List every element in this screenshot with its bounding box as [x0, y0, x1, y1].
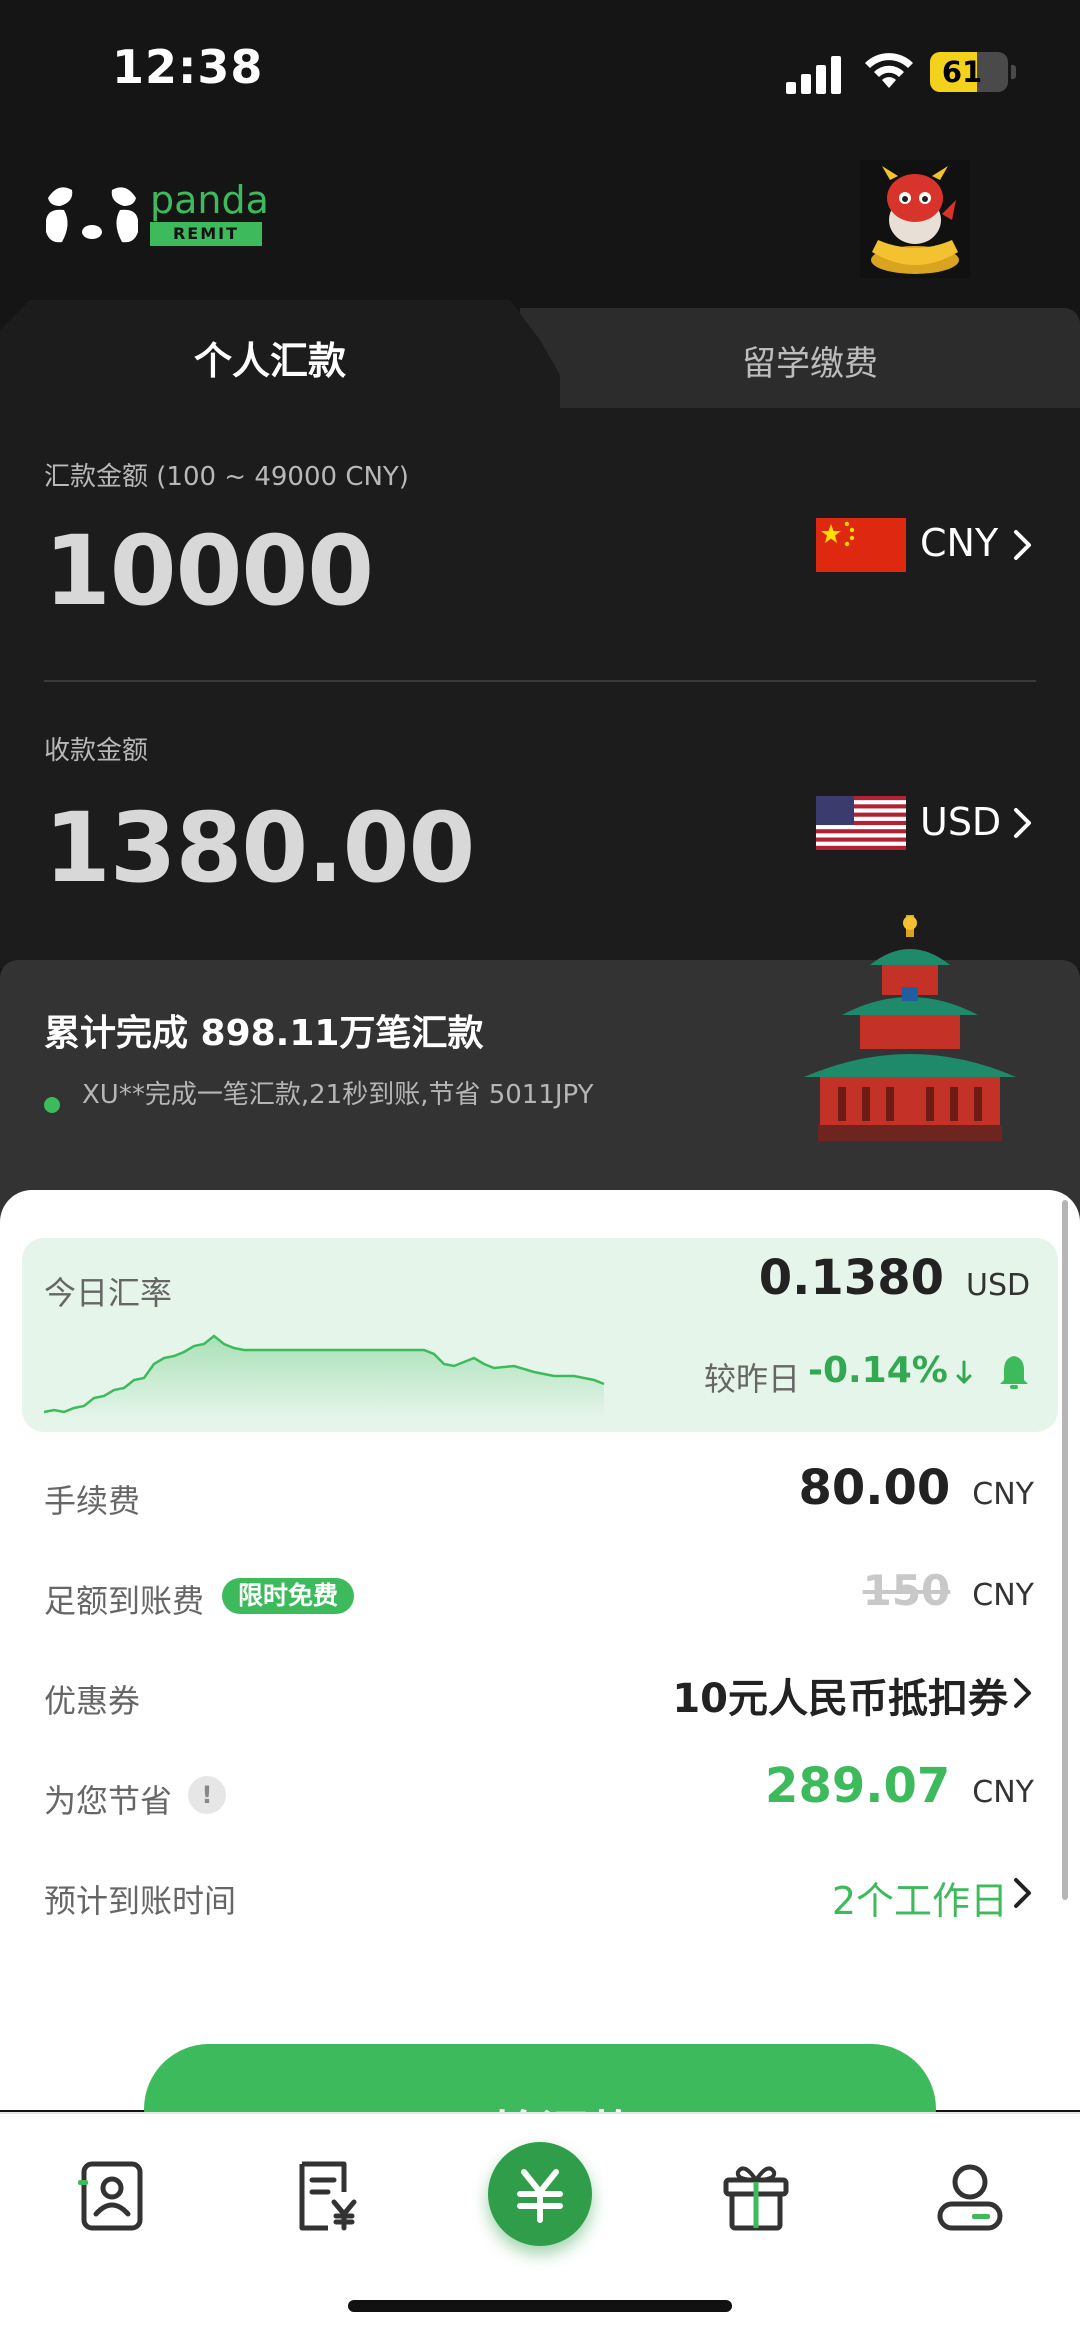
send-amount-label: 汇款金额 (100 ~ 49000 CNY) — [44, 462, 409, 492]
brand-name: panda — [150, 178, 269, 222]
receive-currency-selector[interactable]: USD — [920, 800, 1001, 844]
scrollbar[interactable] — [1062, 1200, 1068, 1900]
info-icon[interactable]: ! — [188, 1776, 226, 1814]
bell-icon[interactable] — [998, 1354, 1030, 1390]
battery-level: 61 — [941, 55, 983, 89]
us-flag-icon[interactable] — [816, 796, 906, 850]
fee-unit: CNY — [972, 1477, 1034, 1512]
china-flag-icon[interactable] — [816, 518, 906, 572]
temple-of-heaven-icon — [804, 915, 1016, 1141]
send-amount-input[interactable]: 10000 — [44, 515, 374, 627]
brand-tagline: REMIT — [150, 222, 262, 246]
rate-unit: USD — [966, 1268, 1031, 1303]
savings-label: 为您节省 — [44, 1782, 173, 1820]
live-dot-icon — [44, 1097, 60, 1113]
tab-study-fees-label[interactable]: 留学缴费 — [610, 336, 1010, 385]
chevron-right-icon[interactable] — [1012, 528, 1034, 562]
arrow-down-icon — [956, 1360, 972, 1385]
wifi-icon — [865, 53, 913, 88]
rate-change-value: -0.14% — [808, 1350, 948, 1391]
rate-label: 今日汇率 — [44, 1274, 173, 1312]
chevron-right-icon[interactable] — [1012, 1876, 1034, 1910]
receive-amount-input[interactable]: 1380.00 — [44, 792, 475, 904]
stats-ticker: XU**完成一笔汇款,21秒到账,节省 5011JPY — [82, 1080, 594, 1110]
dragon-mascot-icon[interactable] — [860, 160, 970, 278]
profile-icon[interactable] — [932, 2158, 1008, 2234]
remit-icon[interactable] — [508, 2162, 572, 2226]
full-arrival-original-fee: 150 — [862, 1566, 951, 1615]
savings-value-row: 289.07 CNY — [765, 1758, 1034, 1814]
status-time: 12:38 — [112, 40, 264, 94]
savings-unit: CNY — [972, 1775, 1034, 1810]
rate-value: 0.1380 — [758, 1250, 944, 1306]
panda-logo-icon — [46, 187, 138, 243]
rate-trend-area — [44, 1336, 604, 1418]
full-arrival-value-row: 150 CNY — [863, 1566, 1034, 1615]
eta-label: 预计到账时间 — [44, 1882, 237, 1920]
contacts-icon[interactable] — [74, 2158, 150, 2234]
fee-label: 手续费 — [44, 1482, 141, 1520]
chevron-right-icon[interactable] — [1012, 1676, 1034, 1710]
full-arrival-label: 足额到账费 — [44, 1582, 205, 1620]
receive-amount-label: 收款金额 — [44, 736, 149, 766]
fee-value: 80.00 — [798, 1460, 951, 1516]
eta-selector[interactable]: 2个工作日 — [832, 1870, 1008, 1925]
fee-value-row: 80.00 CNY — [798, 1460, 1034, 1516]
chevron-right-icon[interactable] — [1012, 806, 1034, 840]
tab-personal-remit-label[interactable]: 个人汇款 — [0, 330, 540, 385]
gift-icon[interactable] — [718, 2158, 794, 2234]
coupon-selector[interactable]: 10元人民币抵扣券 — [672, 1666, 1008, 1724]
send-currency-selector[interactable]: CNY — [920, 521, 998, 565]
full-arrival-unit: CNY — [972, 1578, 1034, 1613]
rate-change-label: 较昨日 — [704, 1360, 801, 1398]
orders-icon[interactable] — [288, 2158, 364, 2234]
home-indicator[interactable] — [348, 2300, 732, 2312]
stats-total: 累计完成 898.11万笔汇款 — [44, 1013, 484, 1054]
savings-value: 289.07 — [765, 1758, 951, 1814]
divider — [44, 680, 1036, 682]
battery-icon: 61 — [930, 52, 1016, 92]
cellular-signal-icon — [786, 56, 841, 94]
rate-trend-chart — [44, 1334, 605, 1418]
free-badge: 限时免费 — [222, 1578, 355, 1614]
coupon-label: 优惠券 — [44, 1682, 141, 1720]
